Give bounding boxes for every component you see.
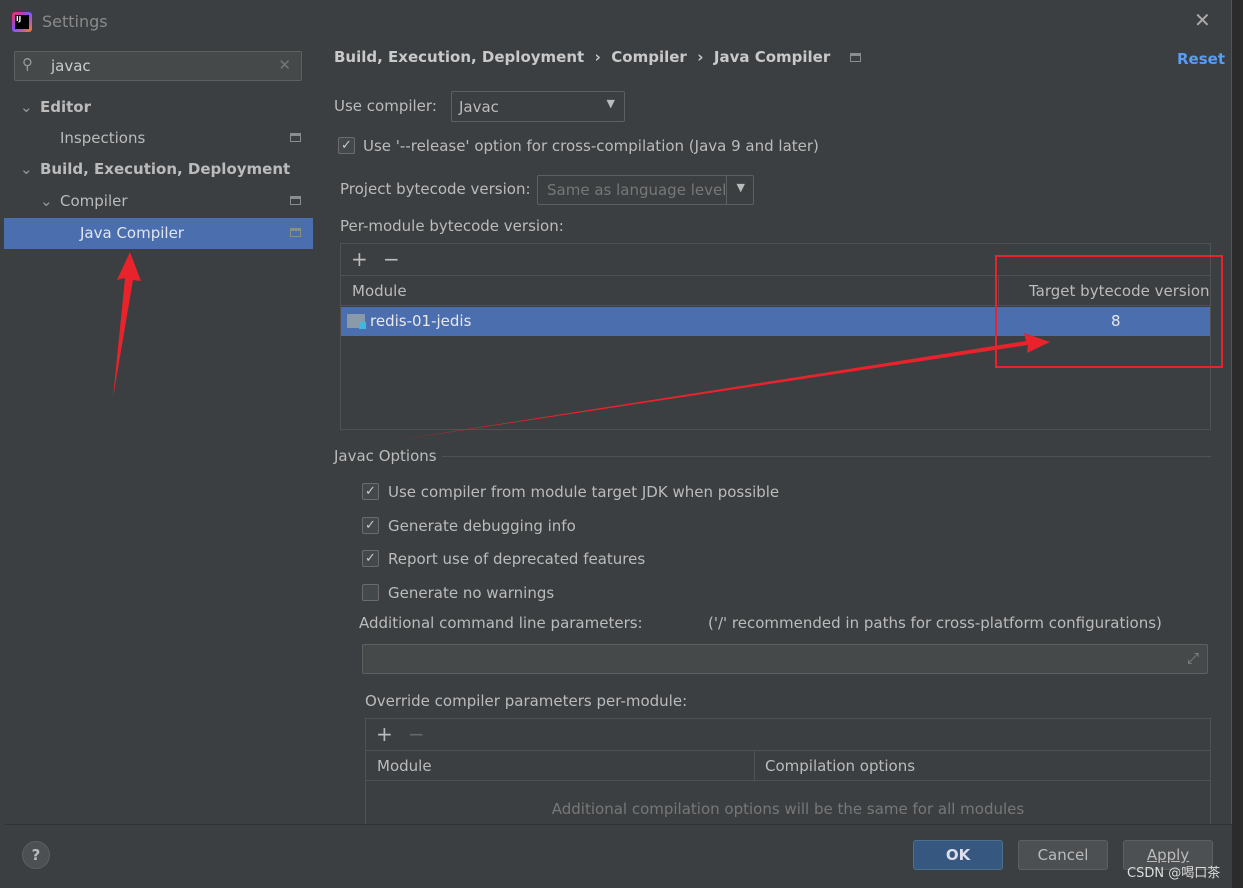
red-arrow-annotation xyxy=(398,333,1050,440)
watermark: CSDN @喝口茶 xyxy=(1127,866,1221,881)
red-arrow-annotation xyxy=(113,252,141,398)
annotation-overlay xyxy=(113,252,1223,440)
